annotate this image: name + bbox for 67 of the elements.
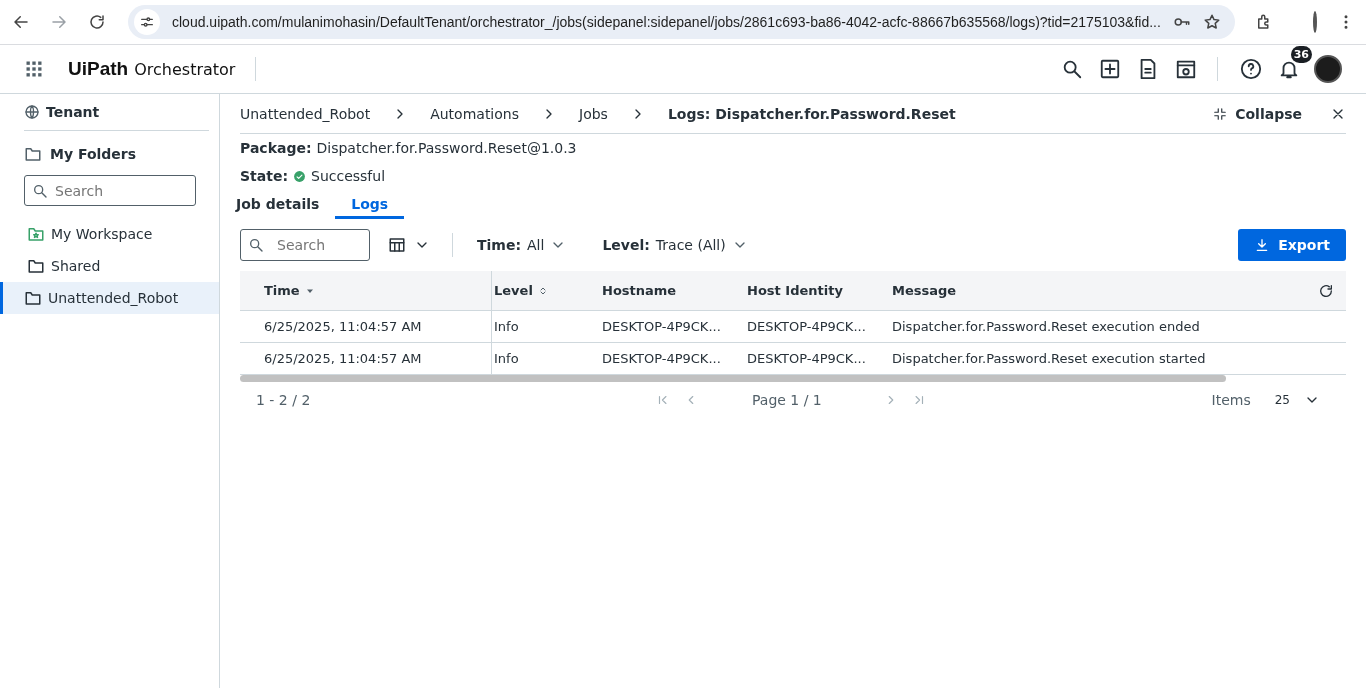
store-icon[interactable] xyxy=(1175,58,1197,80)
column-header[interactable]: Message xyxy=(882,271,1306,310)
table-cell: 6/25/2025, 11:04:57 AM xyxy=(240,311,492,342)
logo-wordmark: UiPath xyxy=(68,58,129,80)
detail-value: Dispatcher.for.Password.Reset@1.0.3 xyxy=(316,140,577,156)
table-cell-text: DESKTOP-4P9CK... xyxy=(746,350,867,368)
forward-icon[interactable] xyxy=(50,13,68,31)
section-title: My Folders xyxy=(50,146,137,162)
table-cell-text: Info xyxy=(493,350,520,368)
column-header[interactable]: Host Identity xyxy=(737,271,882,310)
detail-value: Successful xyxy=(311,168,386,184)
workspace-folder-icon xyxy=(27,225,45,243)
folder-item[interactable]: My Workspace xyxy=(0,218,219,250)
tab[interactable]: Job details xyxy=(236,192,336,219)
notification-badge: 36 xyxy=(1290,46,1312,63)
tab[interactable]: Logs xyxy=(335,192,405,219)
user-avatar[interactable] xyxy=(1314,55,1342,83)
site-settings-icon[interactable] xyxy=(134,9,160,35)
table-cell-text: Dispatcher.for.Password.Reset execution started xyxy=(891,350,1207,368)
column-header[interactable]: Level xyxy=(492,271,592,310)
search-icon xyxy=(248,237,264,253)
breadcrumb-link[interactable]: Automations xyxy=(430,105,519,122)
add-icon[interactable] xyxy=(1099,58,1121,80)
horizontal-scrollbar[interactable] xyxy=(240,375,1226,382)
breadcrumb-link[interactable]: Jobs xyxy=(579,105,608,122)
detail-label: State: xyxy=(240,168,288,184)
page-size-dropdown[interactable]: 25 xyxy=(1268,391,1326,409)
breadcrumb-link[interactable]: Unattended_Robot xyxy=(240,105,371,122)
folder-item[interactable]: Shared xyxy=(0,250,219,282)
table-cell-text: Dispatcher.for.Password.Reset execution ended xyxy=(891,318,1201,336)
search-field[interactable]: Search xyxy=(240,229,370,261)
column-header[interactable]: Hostname xyxy=(592,271,737,310)
items-label: Items xyxy=(1211,392,1251,408)
success-check-icon xyxy=(293,169,306,183)
collapse-icon xyxy=(1213,106,1228,121)
search-icon xyxy=(32,183,48,199)
help-icon[interactable] xyxy=(1240,58,1262,80)
search-field[interactable]: Search xyxy=(24,175,196,206)
apps-grid-icon[interactable] xyxy=(24,59,44,79)
table-cell-text: Info xyxy=(493,318,520,336)
detail-label: Package: xyxy=(240,140,312,156)
filter-dropdown[interactable]: Time: All xyxy=(471,236,573,254)
export-button[interactable]: Export xyxy=(1238,229,1346,261)
tenant-label[interactable]: Tenant xyxy=(46,104,100,120)
collapse-button[interactable]: Collapse xyxy=(1207,104,1308,123)
column-header[interactable]: Time xyxy=(240,271,492,310)
table-cell-text: DESKTOP-4P9CK... xyxy=(746,318,867,336)
back-icon[interactable] xyxy=(12,13,30,31)
product-name: Orchestrator xyxy=(134,60,236,79)
globe-icon xyxy=(24,104,40,120)
table-cell-text: DESKTOP-4P9CK... xyxy=(601,350,722,368)
refresh-icon[interactable] xyxy=(1318,282,1334,299)
filter-dropdown[interactable]: Level: Trace (All) xyxy=(596,236,754,254)
result-range: 1 - 2 / 2 xyxy=(256,392,312,408)
table-columns-icon xyxy=(388,236,406,254)
panel-title: Logs: Dispatcher.for.Password.Reset xyxy=(667,105,956,122)
folder-icon xyxy=(27,257,45,275)
search-icon[interactable] xyxy=(1061,58,1083,80)
address-bar[interactable]: cloud.uipath.com/mulanimohasin/DefaultTenant/orchestrator_/jobs(sidepanel:sidepanel/jobs/2861c693-ba86-4042-acfc-88667b635568/logs)?tid=2175103&fid... xyxy=(128,5,1235,39)
folder-icon xyxy=(24,289,42,307)
reload-icon[interactable] xyxy=(88,13,106,31)
star-icon[interactable] xyxy=(1202,13,1221,31)
folder-icon xyxy=(24,145,42,163)
folder-item[interactable]: Unattended_Robot xyxy=(0,282,219,314)
table-cell: 6/25/2025, 11:04:57 AM xyxy=(240,343,492,374)
table-cell-text: DESKTOP-4P9CK... xyxy=(601,318,722,336)
page-indicator: Page 1 / 1 xyxy=(752,392,822,408)
